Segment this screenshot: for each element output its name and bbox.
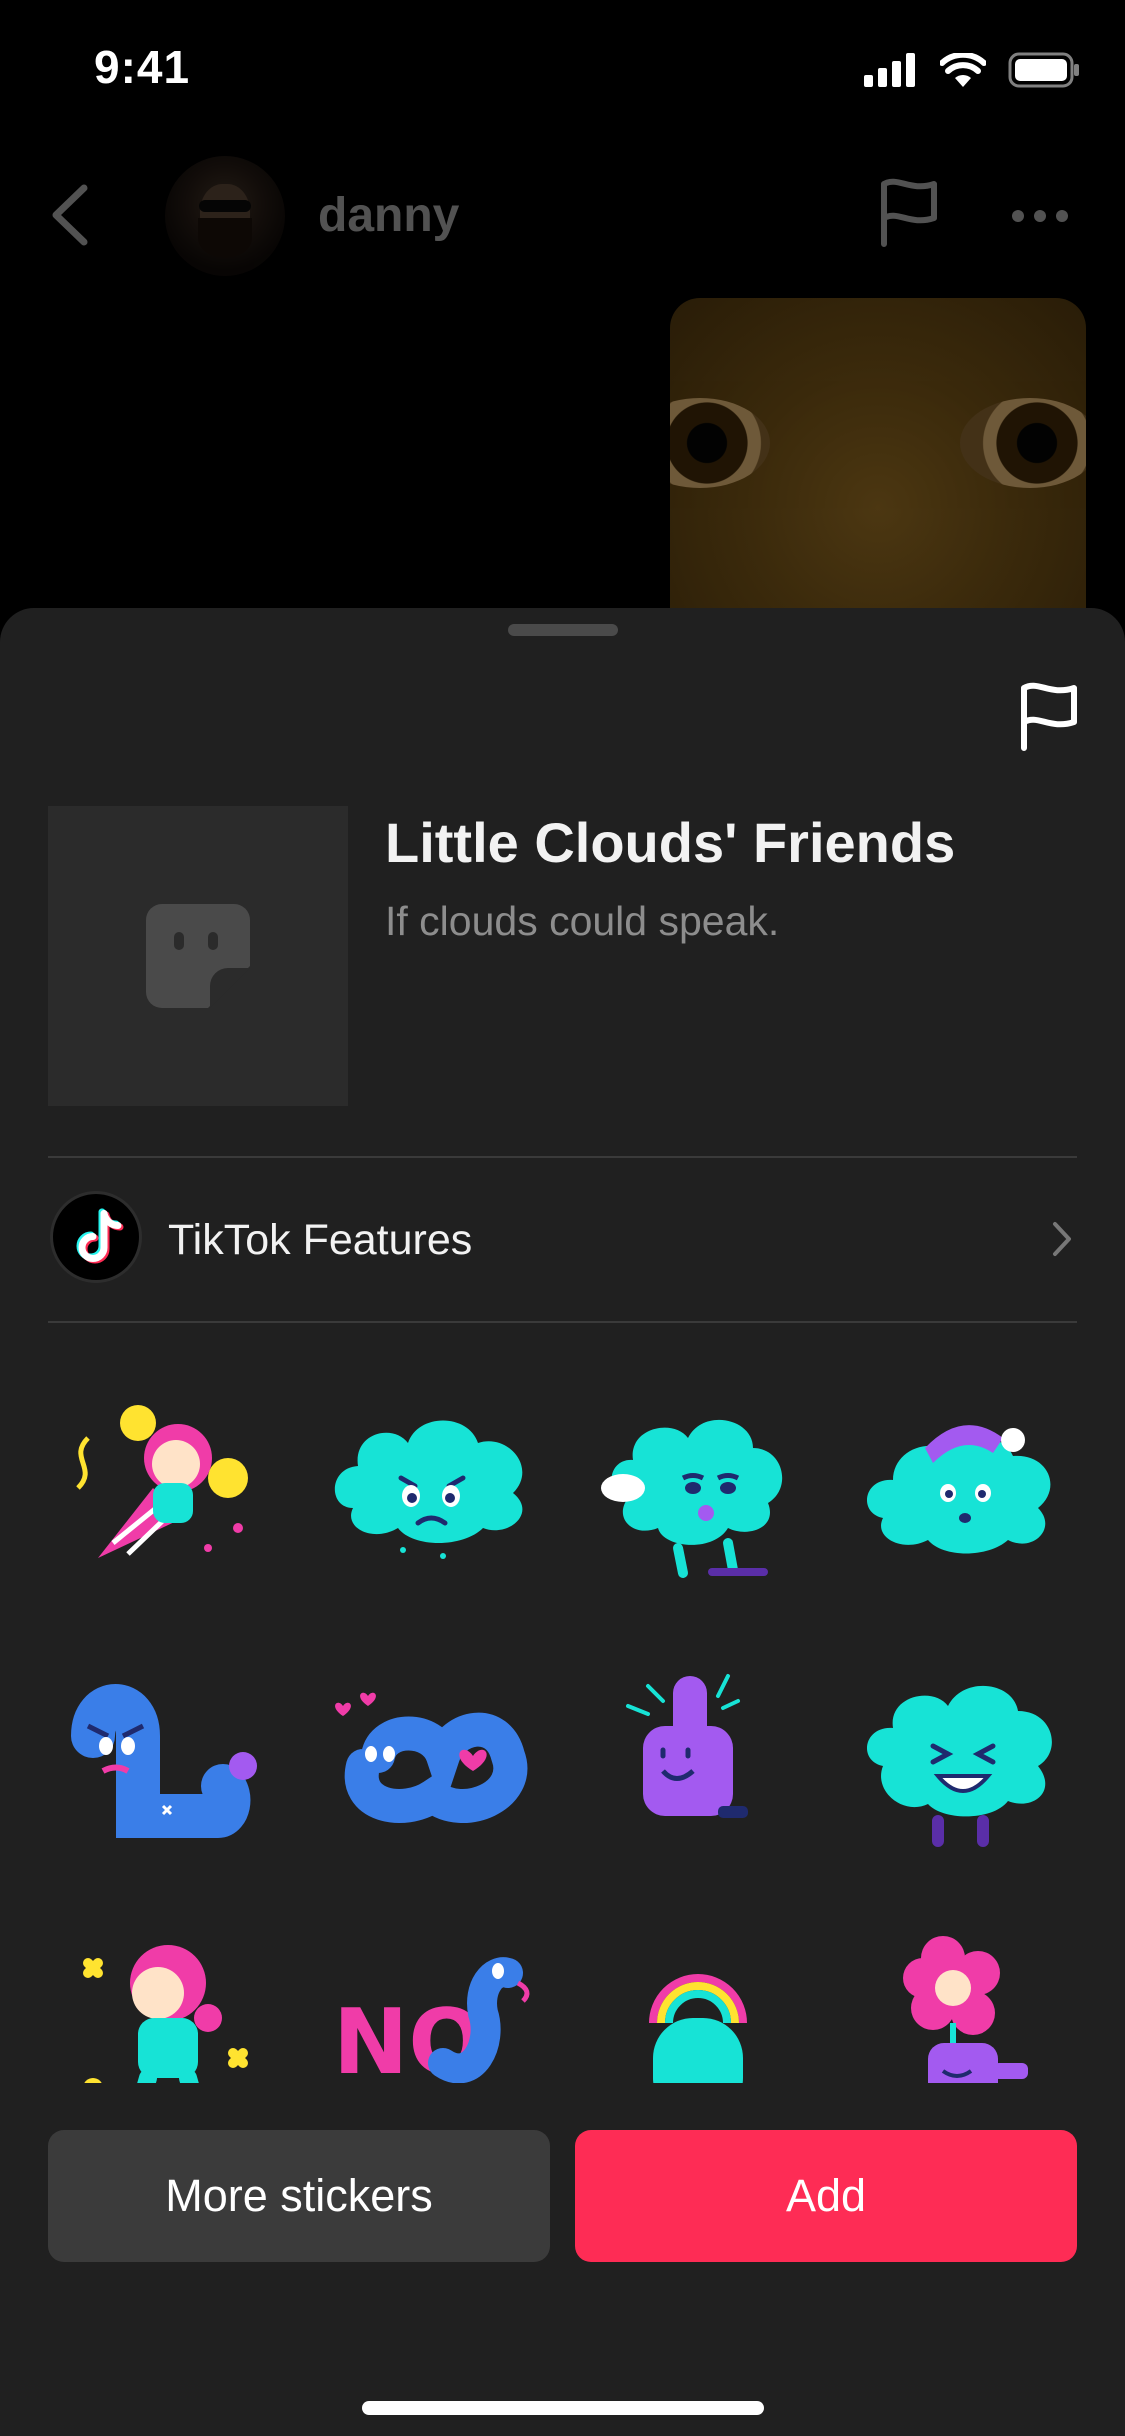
flexing-worm-sticker[interactable] — [58, 1646, 278, 1866]
pack-title: Little Clouds' Friends — [385, 811, 956, 874]
pack-thumbnail — [48, 806, 348, 1106]
battery-icon — [1008, 52, 1079, 88]
sheet-grabber[interactable] — [508, 624, 618, 636]
sleepy-cloud-sticker[interactable] — [853, 1378, 1073, 1598]
chevron-right-icon — [1053, 1222, 1071, 1256]
rainbow-cloud-sticker[interactable] — [588, 1913, 808, 2083]
thumbs-up-sticker[interactable] — [588, 1646, 808, 1866]
divider — [48, 1156, 1077, 1158]
avatar[interactable] — [165, 156, 285, 276]
more-stickers-button[interactable]: More stickers — [48, 2130, 550, 2262]
creator-name: TikTok Features — [168, 1216, 473, 1264]
screen: danny 9:41 Little Clouds' Friends If clo… — [0, 0, 1125, 2436]
sticker-pack-sheet: Little Clouds' Friends If clouds could s… — [0, 608, 1125, 2436]
flower-hand-sticker[interactable] — [853, 1913, 1073, 2083]
report-flag-icon[interactable] — [1016, 682, 1082, 752]
sticker-placeholder-icon — [146, 904, 250, 1008]
back-arrow-icon[interactable] — [48, 184, 92, 246]
no-worm-sticker[interactable]: NO — [323, 1913, 543, 2083]
more-icon[interactable] — [1010, 206, 1070, 226]
love-worm-sticker[interactable] — [323, 1646, 543, 1866]
contact-name[interactable]: danny — [318, 188, 459, 243]
home-indicator[interactable] — [362, 2401, 764, 2415]
divider — [48, 1321, 1077, 1323]
dancing-girl-sticker[interactable] — [58, 1913, 278, 2083]
blowing-cloud-sticker[interactable] — [588, 1378, 808, 1598]
status-bar: 9:41 — [0, 0, 1125, 135]
tiktok-logo-icon — [50, 1191, 142, 1283]
add-button[interactable]: Add — [575, 2130, 1077, 2262]
chat-header: danny — [0, 150, 1125, 280]
cellular-signal-icon — [864, 53, 915, 87]
sticker-grid: NO — [48, 1368, 1077, 2083]
party-girl-sticker[interactable] — [58, 1378, 278, 1598]
creator-row[interactable]: TikTok Features — [48, 1188, 1077, 1292]
status-icons — [864, 52, 1080, 88]
wifi-icon — [940, 53, 986, 87]
flag-icon[interactable] — [876, 178, 942, 248]
status-time: 9:41 — [94, 41, 191, 93]
laughing-cloud-sticker[interactable] — [853, 1646, 1073, 1866]
sad-cloud-sticker[interactable] — [323, 1378, 543, 1598]
pack-subtitle: If clouds could speak. — [385, 898, 780, 944]
